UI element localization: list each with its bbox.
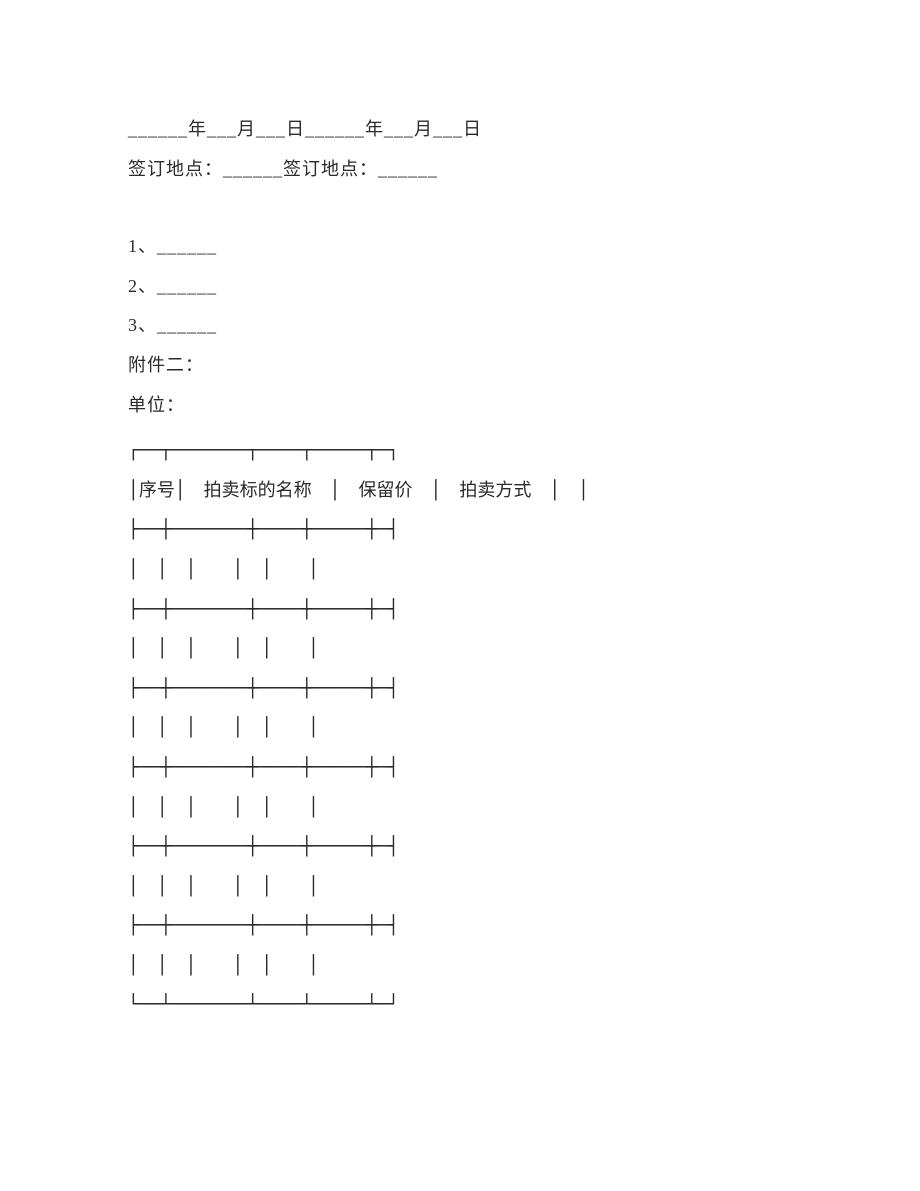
table-header-row: │序号│ 拍卖标的名称 │ 保留价 │ 拍卖方式 │ │ (128, 471, 792, 511)
table-row: │ │ │ │ │ │ (128, 708, 792, 748)
table-top-border: ┌──┬───────┬────┬─────┬─┐ (128, 431, 792, 471)
table-row-separator: ├──┼───────┼────┼─────┼─┤ (128, 510, 792, 550)
list-item-1: 1、______ (128, 227, 792, 267)
signing-location-line: 签订地点：______签订地点：______ (128, 150, 792, 190)
table-row-separator: ├──┼───────┼────┼─────┼─┤ (128, 906, 792, 946)
list-item-3: 3、______ (128, 306, 792, 346)
table-row: │ │ │ │ │ │ (128, 550, 792, 590)
spacer (128, 189, 792, 227)
date-line: ______年___月___日______年___月___日 (128, 110, 792, 150)
table-row-separator: ├──┼───────┼────┼─────┼─┤ (128, 669, 792, 709)
table-row-separator: ├──┼───────┼────┼─────┼─┤ (128, 748, 792, 788)
table-row-separator: ├──┼───────┼────┼─────┼─┤ (128, 590, 792, 630)
table-bottom-border: └──┴───────┴────┴─────┴─┘ (128, 985, 792, 1025)
table-row: │ │ │ │ │ │ (128, 788, 792, 828)
table-row: │ │ │ │ │ │ (128, 946, 792, 986)
unit-label: 单位： (128, 386, 792, 426)
table-row: │ │ │ │ │ │ (128, 867, 792, 907)
list-item-2: 2、______ (128, 267, 792, 307)
attachment-label: 附件二： (128, 346, 792, 386)
table-row: │ │ │ │ │ │ (128, 629, 792, 669)
ascii-table: ┌──┬───────┬────┬─────┬─┐ │序号│ 拍卖标的名称 │ … (128, 431, 792, 1025)
table-row-separator: ├──┼───────┼────┼─────┼─┤ (128, 827, 792, 867)
